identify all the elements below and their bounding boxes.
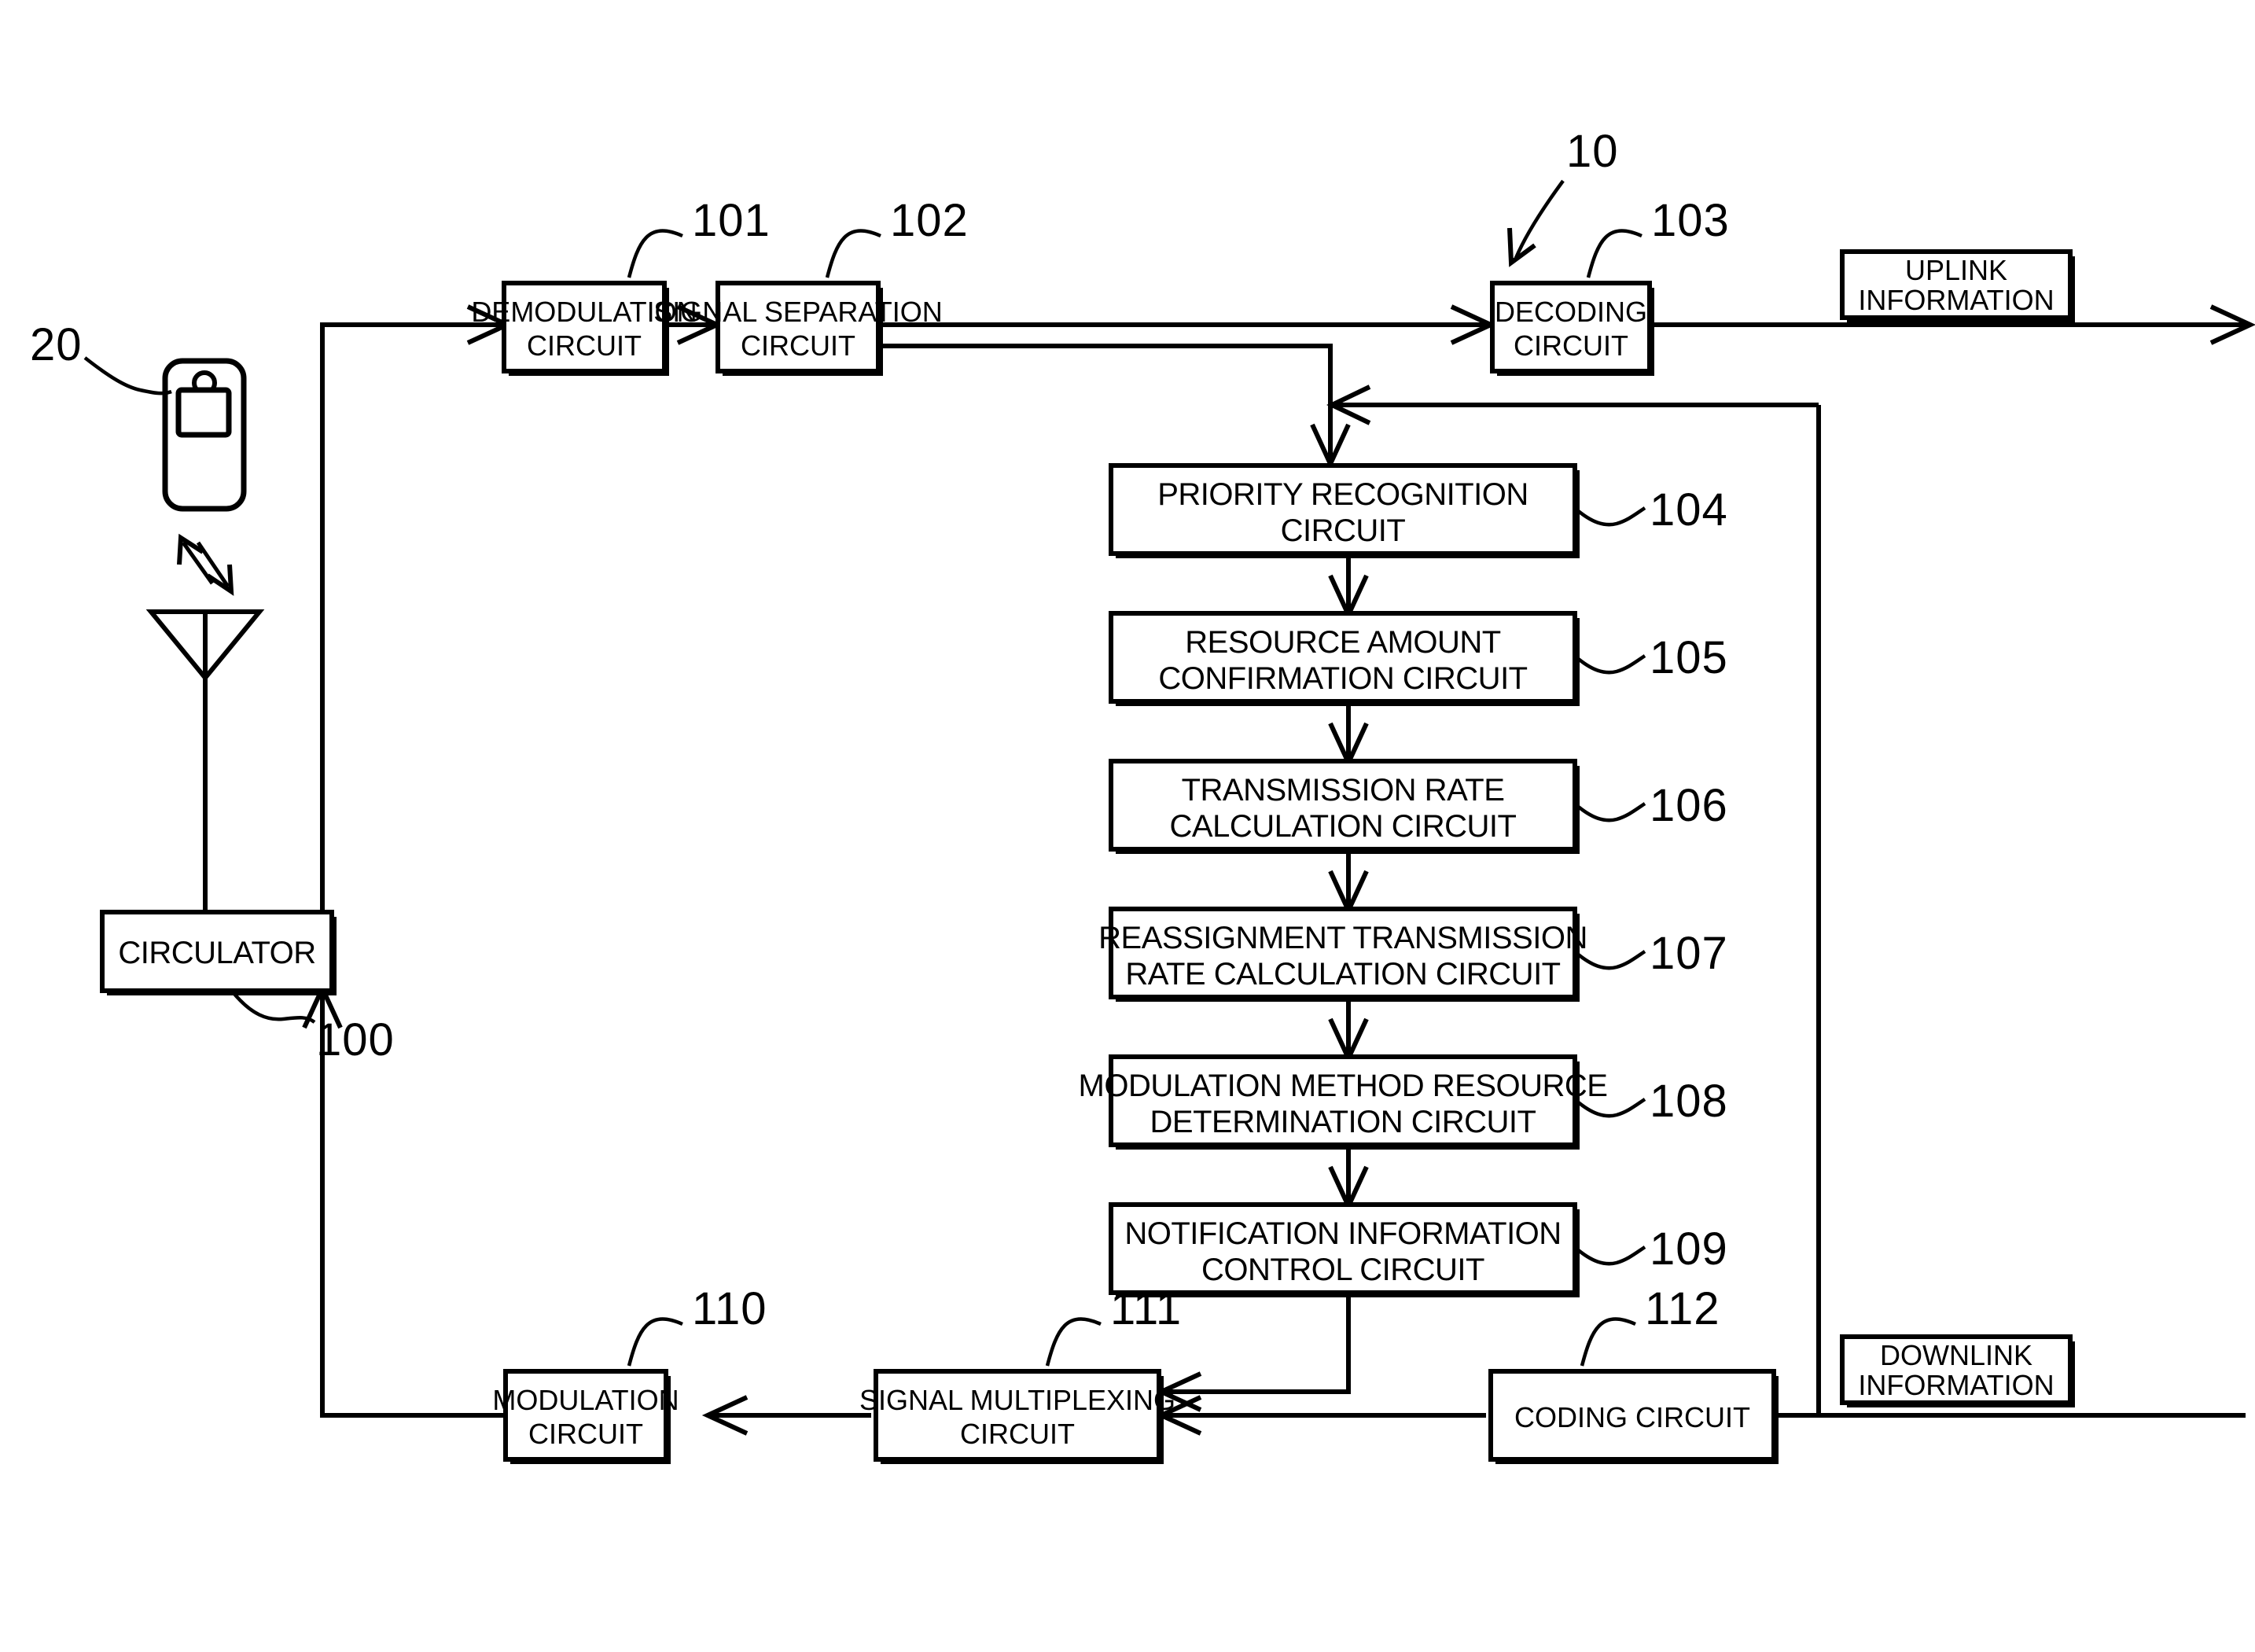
block-coding-circuit[interactable]: CODING CIRCUIT 112: [1488, 1283, 1779, 1464]
notif-label-line1: NOTIFICATION INFORMATION: [1124, 1216, 1561, 1251]
lead-line-110: [627, 1317, 683, 1367]
coding-label-line1: CODING CIRCUIT: [1514, 1401, 1750, 1433]
ref-number-modmethod: 108: [1650, 1076, 1728, 1127]
lead-line-111: [1045, 1317, 1102, 1367]
priority-label-line1: PRIORITY RECOGNITION: [1157, 477, 1528, 512]
lead-line-103: [1586, 229, 1643, 278]
ref-number-resource: 105: [1650, 632, 1728, 683]
lead-line-109: [1575, 1245, 1646, 1266]
arrow-downlink-radio: [206, 564, 234, 596]
lead-line-105: [1575, 654, 1646, 675]
ref-number-notif: 109: [1650, 1223, 1728, 1275]
downlink-label-line2: INFORMATION: [1858, 1369, 2054, 1401]
reassign-label-line2: RATE CALCULATION CIRCUIT: [1125, 957, 1560, 992]
multiplexing-label-line2: CIRCUIT: [960, 1418, 1075, 1450]
lead-line-112: [1580, 1317, 1636, 1367]
lead-line-102: [825, 229, 881, 278]
transrate-label-line1: TRANSMISSION RATE: [1182, 773, 1505, 808]
ref-number-decoding: 103: [1651, 195, 1730, 246]
ref-number-multiplexing: 111: [1110, 1283, 1182, 1334]
lead-line-101: [627, 229, 683, 278]
radio-link-group: [177, 533, 234, 596]
patent-figure-canvas: 20 CIRCULATOR 100 DEMODULATION CIRCUIT 1…: [0, 0, 2255, 1652]
signal-separation-label-line2: CIRCUIT: [741, 329, 855, 362]
block-modulation-circuit[interactable]: MODULATION CIRCUIT 110: [492, 1283, 767, 1464]
lead-line-base-station-ref: [233, 992, 316, 1024]
conn-sigsep-to-priority: [874, 344, 1333, 460]
conn-circulator-to-demodulation: [320, 322, 503, 912]
modulation-label-line1: MODULATION: [492, 1384, 679, 1416]
demodulation-label-line2: CIRCUIT: [527, 329, 642, 362]
signal-separation-label-line1: SIGNAL SEPARATION: [653, 296, 942, 328]
block-resource-amount-confirmation-circuit[interactable]: RESOURCE AMOUNT CONFIRMATION CIRCUIT 105: [1109, 611, 1728, 706]
decoding-label-line1: DECODING: [1495, 296, 1647, 328]
block-decoding-circuit[interactable]: DECODING CIRCUIT 103: [1490, 195, 1730, 376]
ref-number-terminal: 20: [30, 319, 83, 370]
transrate-label-line2: CALCULATION CIRCUIT: [1170, 809, 1517, 844]
block-signal-multiplexing-circuit[interactable]: SIGNAL MULTIPLEXING CIRCUIT 111: [859, 1283, 1182, 1464]
lead-line-system-ref: [1514, 179, 1565, 259]
ref-number-transrate: 106: [1650, 780, 1728, 831]
priority-label-line2: CIRCUIT: [1281, 513, 1406, 548]
block-reassignment-transmission-rate-calculation-circuit[interactable]: REASSIGNMENT TRANSMISSION RATE CALCULATI…: [1098, 907, 1728, 1002]
lead-line-104: [1575, 506, 1646, 527]
modmethod-label-line1: MODULATION METHOD RESOURCE: [1079, 1069, 1608, 1103]
ref-number-priority: 104: [1650, 484, 1728, 535]
ref-number-signal-separation: 102: [890, 195, 969, 246]
resource-label-line1: RESOURCE AMOUNT: [1185, 625, 1500, 660]
reassign-label-line1: REASSIGNMENT TRANSMISSION: [1098, 921, 1587, 955]
uplink-label-line1: UPLINK: [1905, 254, 2007, 286]
resource-label-line2: CONFIRMATION CIRCUIT: [1158, 661, 1527, 696]
downlink-information-label: DOWNLINK INFORMATION: [1840, 1334, 2075, 1407]
modulation-label-line2: CIRCUIT: [528, 1418, 643, 1450]
modmethod-label-line2: DETERMINATION CIRCUIT: [1150, 1105, 1536, 1139]
decoding-label-line2: CIRCUIT: [1514, 329, 1628, 362]
ref-number-demodulation: 101: [692, 195, 771, 246]
mobile-terminal-group: 20: [30, 319, 247, 512]
ref-number-coding: 112: [1645, 1283, 1720, 1334]
block-diagram-svg: 20 CIRCULATOR 100 DEMODULATION CIRCUIT 1…: [30, 126, 2255, 1464]
lead-line-106: [1575, 802, 1646, 822]
uplink-information-label: UPLINK INFORMATION: [1840, 249, 2075, 322]
uplink-label-line2: INFORMATION: [1858, 284, 2054, 316]
block-priority-recognition-circuit[interactable]: PRIORITY RECOGNITION CIRCUIT 104: [1109, 463, 1728, 558]
phone-screen-icon: [175, 387, 232, 438]
ref-number-system: 10: [1566, 126, 1619, 177]
block-transmission-rate-calculation-circuit[interactable]: TRANSMISSION RATE CALCULATION CIRCUIT 10…: [1109, 759, 1728, 854]
ref-number-reassign: 107: [1650, 928, 1728, 979]
antenna-group: [145, 609, 265, 708]
ref-number-base-station: 100: [316, 1014, 395, 1065]
block-notification-information-control-circuit[interactable]: NOTIFICATION INFORMATION CONTROL CIRCUIT…: [1109, 1202, 1728, 1297]
notif-label-line2: CONTROL CIRCUIT: [1201, 1253, 1484, 1287]
ref-number-modulation: 110: [692, 1283, 767, 1334]
downlink-label-line1: DOWNLINK: [1880, 1339, 2032, 1371]
block-circulator[interactable]: CIRCULATOR 100: [100, 910, 395, 1065]
multiplexing-label-line1: SIGNAL MULTIPLEXING: [859, 1384, 1175, 1416]
lead-line-terminal-ref: [83, 356, 172, 396]
circulator-label: CIRCULATOR: [118, 936, 315, 970]
block-modulation-method-resource-determination-circuit[interactable]: MODULATION METHOD RESOURCE DETERMINATION…: [1079, 1054, 1728, 1150]
